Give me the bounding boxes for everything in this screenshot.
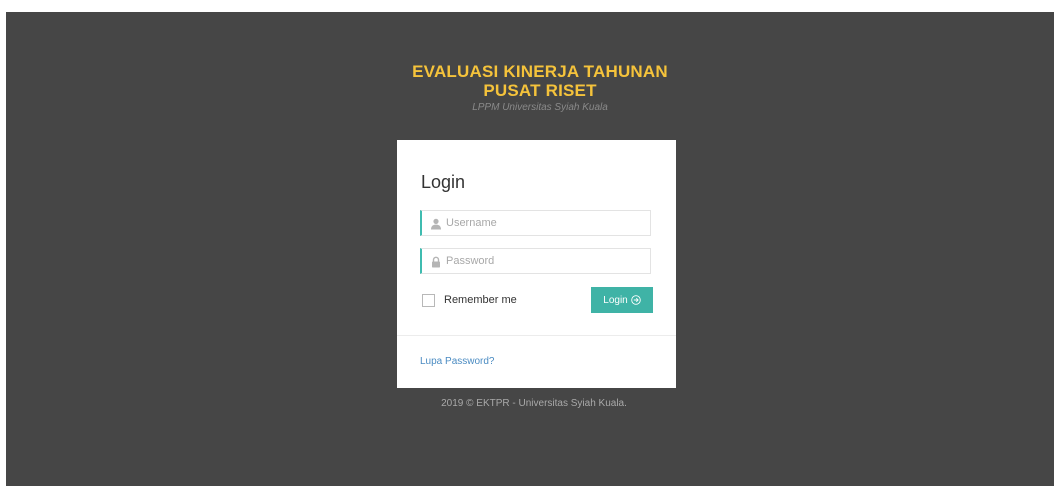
app-title-line2: PUSAT RISET — [483, 81, 597, 100]
card-divider — [397, 335, 676, 336]
brand-header: EVALUASI KINERJA TAHUNAN PUSAT RISET LPP… — [6, 62, 1054, 113]
footer-copyright: 2019 © EKTPR - Universitas Syiah Kuala. — [441, 398, 627, 409]
password-field[interactable] — [420, 248, 651, 274]
remember-me-option[interactable]: Remember me — [422, 293, 517, 307]
remember-me-checkbox[interactable] — [422, 293, 435, 307]
login-button[interactable]: Login — [591, 287, 653, 313]
username-input[interactable] — [446, 211, 646, 235]
remember-me-label: Remember me — [444, 294, 517, 306]
login-title: Login — [421, 172, 466, 192]
app-title-line1: EVALUASI KINERJA TAHUNAN — [412, 62, 668, 81]
forgot-password-link[interactable]: Lupa Password? — [420, 356, 495, 367]
user-icon — [430, 217, 442, 230]
login-button-label: Login — [603, 294, 628, 306]
username-field[interactable] — [420, 210, 651, 236]
app-subtitle: LPPM Universitas Syiah Kuala — [472, 102, 608, 113]
lock-icon — [430, 255, 442, 268]
circle-arrow-right-icon — [630, 295, 641, 305]
password-input[interactable] — [446, 249, 646, 273]
login-card: Login Remember me Login — [397, 140, 676, 388]
